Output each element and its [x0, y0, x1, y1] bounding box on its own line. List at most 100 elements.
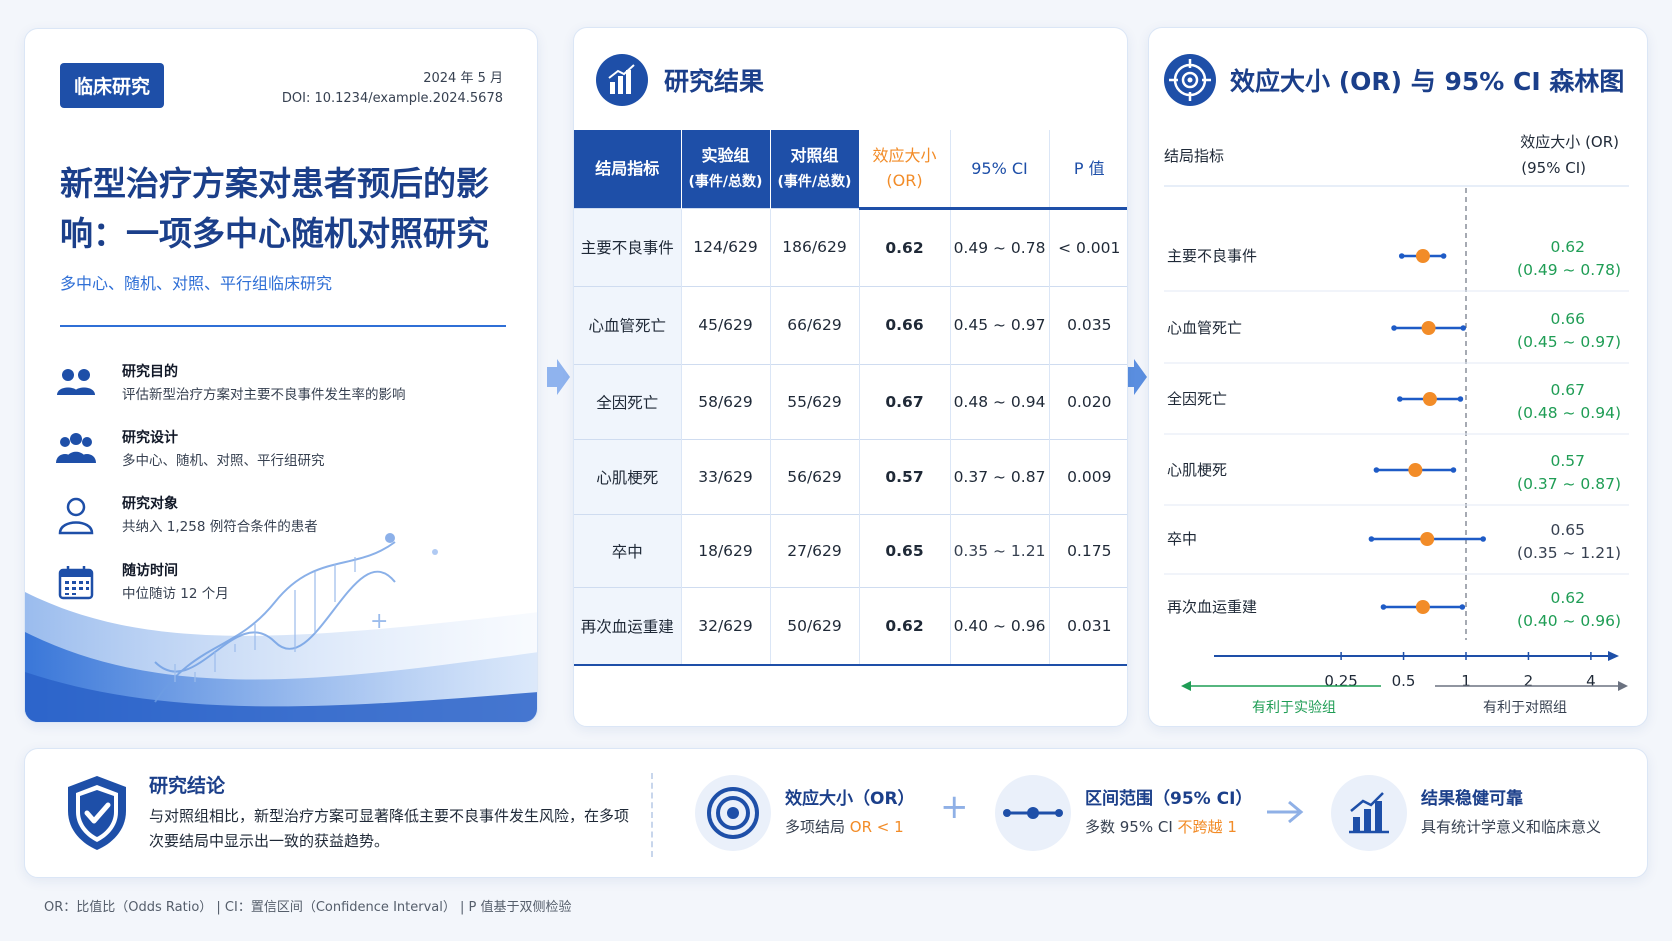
forest-or-value: 0.62	[1550, 589, 1585, 607]
forest-row-label: 主要不良事件	[1167, 247, 1257, 265]
cell-outcome: 心肌梗死	[574, 438, 682, 514]
cell-or: 0.62	[859, 586, 951, 666]
forest-ci-value: (0.45 ~ 0.97)	[1517, 333, 1621, 351]
cell-outcome: 再次血运重建	[574, 586, 682, 666]
table-header-row: 结局指标 实验组 (事件/总数) 对照组 (事件/总数) 效应大小 (OR) 95% …	[574, 130, 1127, 210]
shield-check-icon	[68, 776, 126, 850]
info-text: 共纳入 1,258 例符合条件的患者	[122, 519, 318, 535]
cell-or: 0.65	[859, 513, 951, 587]
x-tick-label: 2	[1524, 672, 1534, 690]
study-info-card: + 临床研究 2024 年 5 月 DOI: 10.1234/example.2…	[24, 28, 538, 723]
ci-low-cap	[1368, 536, 1375, 542]
forest-row-label: 卒中	[1167, 530, 1197, 548]
info-text: 评估新型治疗方案对主要不良事件发生率的影响	[122, 387, 406, 403]
cell-outcome: 心血管死亡	[574, 285, 682, 364]
cell-ctrl: 66/629	[770, 285, 860, 364]
info-followup: 随访时间 中位随访 12 个月	[55, 560, 515, 606]
table-row: 卒中 18/629 27/629 0.65 0.35 ~ 1.21 0.175	[574, 513, 1127, 587]
person-icon	[58, 497, 94, 535]
forest-col-outcome: 结局指标	[1164, 147, 1224, 165]
cell-exp: 33/629	[681, 438, 771, 514]
forest-or-value: 0.65	[1550, 521, 1585, 539]
favor-left-arrow-icon	[1181, 681, 1191, 691]
forest-row-label: 再次血运重建	[1167, 598, 1257, 616]
favor-right-arrow-icon	[1618, 681, 1628, 691]
publish-date: 2024 年 5 月	[423, 71, 503, 86]
ci-high-cap	[1460, 325, 1467, 331]
table-row: 心肌梗死 33/629 56/629 0.57 0.37 ~ 0.87 0.00…	[574, 438, 1127, 514]
summary-robust-text: 具有统计学意义和临床意义	[1421, 818, 1602, 836]
col-experimental: 实验组 (事件/总数)	[681, 130, 771, 208]
info-purpose: 研究目的 评估新型治疗方案对主要不良事件发生率的影响	[55, 361, 515, 407]
plus-icon: +	[940, 787, 969, 827]
cell-p: < 0.001	[1049, 207, 1127, 286]
ci-low-cap	[1397, 396, 1403, 402]
table-row: 再次血运重建 32/629 50/629 0.62 0.40 ~ 0.96 0.…	[574, 586, 1127, 666]
cell-ctrl: 50/629	[770, 586, 860, 666]
arrow-right-icon	[1267, 800, 1304, 824]
cell-p: 0.035	[1049, 285, 1127, 364]
col-effect-size: 效应大小 (OR)	[859, 130, 951, 210]
x-axis-arrow-icon	[1608, 651, 1619, 661]
ci-low-cap	[1380, 604, 1387, 610]
info-design: 研究设计 多中心、随机、对照、平行组研究	[55, 427, 515, 473]
cell-p: 0.020	[1049, 363, 1127, 439]
cell-ci: 0.48 ~ 0.94	[950, 363, 1050, 439]
cell-outcome: 主要不良事件	[574, 207, 682, 286]
table-row: 全因死亡 58/629 55/629 0.67 0.48 ~ 0.94 0.02…	[574, 363, 1127, 439]
info-title: 研究设计	[122, 430, 178, 446]
cell-p: 0.175	[1049, 513, 1127, 587]
col-p-value: P 值	[1049, 130, 1127, 210]
forest-or-value: 0.67	[1550, 381, 1585, 399]
forest-col-effect: 效应大小 (OR)	[1520, 133, 1619, 151]
cell-or: 0.67	[859, 363, 951, 439]
forest-or-value: 0.62	[1550, 238, 1585, 256]
info-title: 研究目的	[122, 364, 178, 380]
forest-ci-value: (0.49 ~ 0.78)	[1517, 261, 1621, 279]
or-point	[1415, 249, 1430, 263]
study-title: 新型治疗方案对患者预后的影响：一项多中心随机对照研究	[60, 164, 489, 253]
cell-ctrl: 186/629	[770, 207, 860, 286]
forest-plot: 结局指标 效应大小 (OR) (95% CI) 主要不良事件 0.62 (0.49 …	[1164, 133, 1629, 716]
x-tick-label: 0.25	[1324, 672, 1357, 690]
x-tick-label: 4	[1586, 672, 1596, 690]
cell-ctrl: 56/629	[770, 438, 860, 514]
forest-ci-value: (0.48 ~ 0.94)	[1517, 404, 1621, 422]
col-ci: 95% CI	[950, 130, 1050, 210]
favor-left-label: 有利于实验组	[1252, 700, 1336, 716]
cell-p: 0.031	[1049, 586, 1127, 666]
ci-high-cap	[1450, 467, 1457, 473]
summary-ci-title: 区间范围（95% CI）	[1085, 789, 1253, 809]
results-title: 研究结果	[664, 67, 765, 96]
svg-text:+: +	[370, 609, 388, 634]
ci-high-cap	[1480, 536, 1486, 542]
favor-right-label: 有利于对照组	[1483, 700, 1567, 716]
forest-col-ci: (95% CI)	[1521, 159, 1586, 177]
conclusion-text: 与对照组相比，新型治疗方案可显著降低主要不良事件发生风险，在多项次要结局中显示出…	[149, 807, 630, 850]
cell-exp: 124/629	[681, 207, 771, 286]
cell-or: 0.57	[859, 438, 951, 514]
col-outcome: 结局指标	[574, 130, 682, 208]
bar-chart-icon	[1349, 792, 1389, 834]
cell-exp: 58/629	[681, 363, 771, 439]
cell-or: 0.66	[859, 285, 951, 364]
ci-low-cap	[1398, 253, 1405, 259]
or-point	[1420, 532, 1435, 546]
cell-outcome: 全因死亡	[574, 363, 682, 439]
conclusion-divider	[651, 773, 653, 857]
summary-ci-badge	[995, 775, 1071, 851]
cell-ctrl: 27/629	[770, 513, 860, 587]
info-text: 多中心、随机、对照、平行组研究	[122, 453, 325, 469]
forest-row-label: 心血管死亡	[1167, 319, 1242, 337]
info-title: 随访时间	[122, 563, 178, 579]
summary-or-badge	[695, 775, 771, 851]
or-point	[1422, 392, 1437, 406]
table-row: 主要不良事件 124/629 186/629 0.62 0.49 ~ 0.78 …	[574, 207, 1127, 286]
ci-low-cap	[1373, 467, 1380, 473]
summary-robust-title: 结果稳健可靠	[1421, 789, 1523, 809]
cell-exp: 45/629	[681, 285, 771, 364]
doi-link[interactable]: DOI: 10.1234/example.2024.5678	[282, 91, 503, 106]
ci-high-cap	[1440, 253, 1447, 259]
interval-icon	[1003, 807, 1063, 819]
summary-or-title: 效应大小（OR）	[785, 789, 915, 809]
